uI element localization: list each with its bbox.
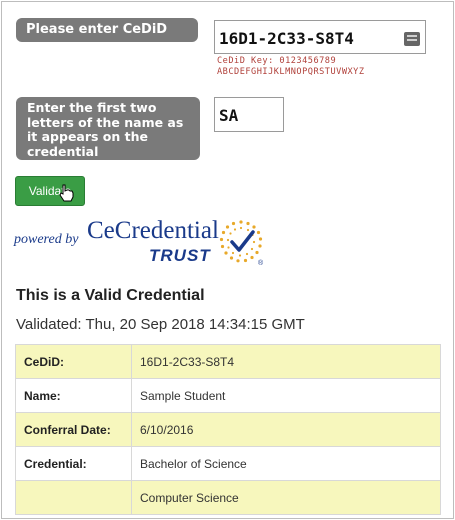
table-row: Credential: Bachelor of Science <box>15 446 441 481</box>
name-letters-label: Enter the first two letters of the name … <box>16 97 200 160</box>
pointer-cursor-icon <box>59 184 74 202</box>
row-value: 16D1-2C33-S8T4 <box>131 344 441 379</box>
cedid-key-letters: ABCDEFGHIJKLMNOPQRSTUVWXYZ <box>217 67 365 77</box>
credential-details-table: CeDiD: 16D1-2C33-S8T4 Name: Sample Stude… <box>15 344 441 515</box>
keyboard-icon[interactable] <box>404 32 420 46</box>
logo-trust-text: TRUST <box>149 246 211 265</box>
row-value: 6/10/2016 <box>131 412 441 447</box>
table-row: Conferral Date: 6/10/2016 <box>15 412 441 447</box>
row-key: CeDiD: <box>15 344 132 379</box>
row-key: Conferral Date: <box>15 412 132 447</box>
powered-by-text: powered by <box>14 232 79 247</box>
registered-mark: ® <box>258 259 264 266</box>
checkmark-seal-icon: ® <box>219 220 264 266</box>
cedid-key-digits: CeDiD Key: 0123456789 <box>217 56 337 66</box>
name-letters-input[interactable]: SA <box>214 97 284 132</box>
table-row: Name: Sample Student <box>15 378 441 413</box>
table-row: Computer Science <box>15 480 441 515</box>
row-key <box>15 480 132 515</box>
table-row: CeDiD: 16D1-2C33-S8T4 <box>15 344 441 379</box>
cecredential-trust-logo: powered by CeCredential TRUST ® <box>14 214 264 270</box>
valid-credential-title: This is a Valid Credential <box>16 287 205 304</box>
row-value: Sample Student <box>131 378 441 413</box>
row-value: Computer Science <box>131 480 441 515</box>
row-value: Bachelor of Science <box>131 446 441 481</box>
validated-timestamp: Validated: Thu, 20 Sep 2018 14:34:15 GMT <box>16 316 305 333</box>
row-key: Name: <box>15 378 132 413</box>
cedid-input[interactable]: 16D1-2C33-S8T4 <box>214 20 426 54</box>
logo-name: CeCredential <box>87 217 219 244</box>
row-key: Credential: <box>15 446 132 481</box>
validate-button[interactable]: Validate <box>15 176 85 206</box>
cedid-label: Please enter CeDiD <box>16 18 198 42</box>
